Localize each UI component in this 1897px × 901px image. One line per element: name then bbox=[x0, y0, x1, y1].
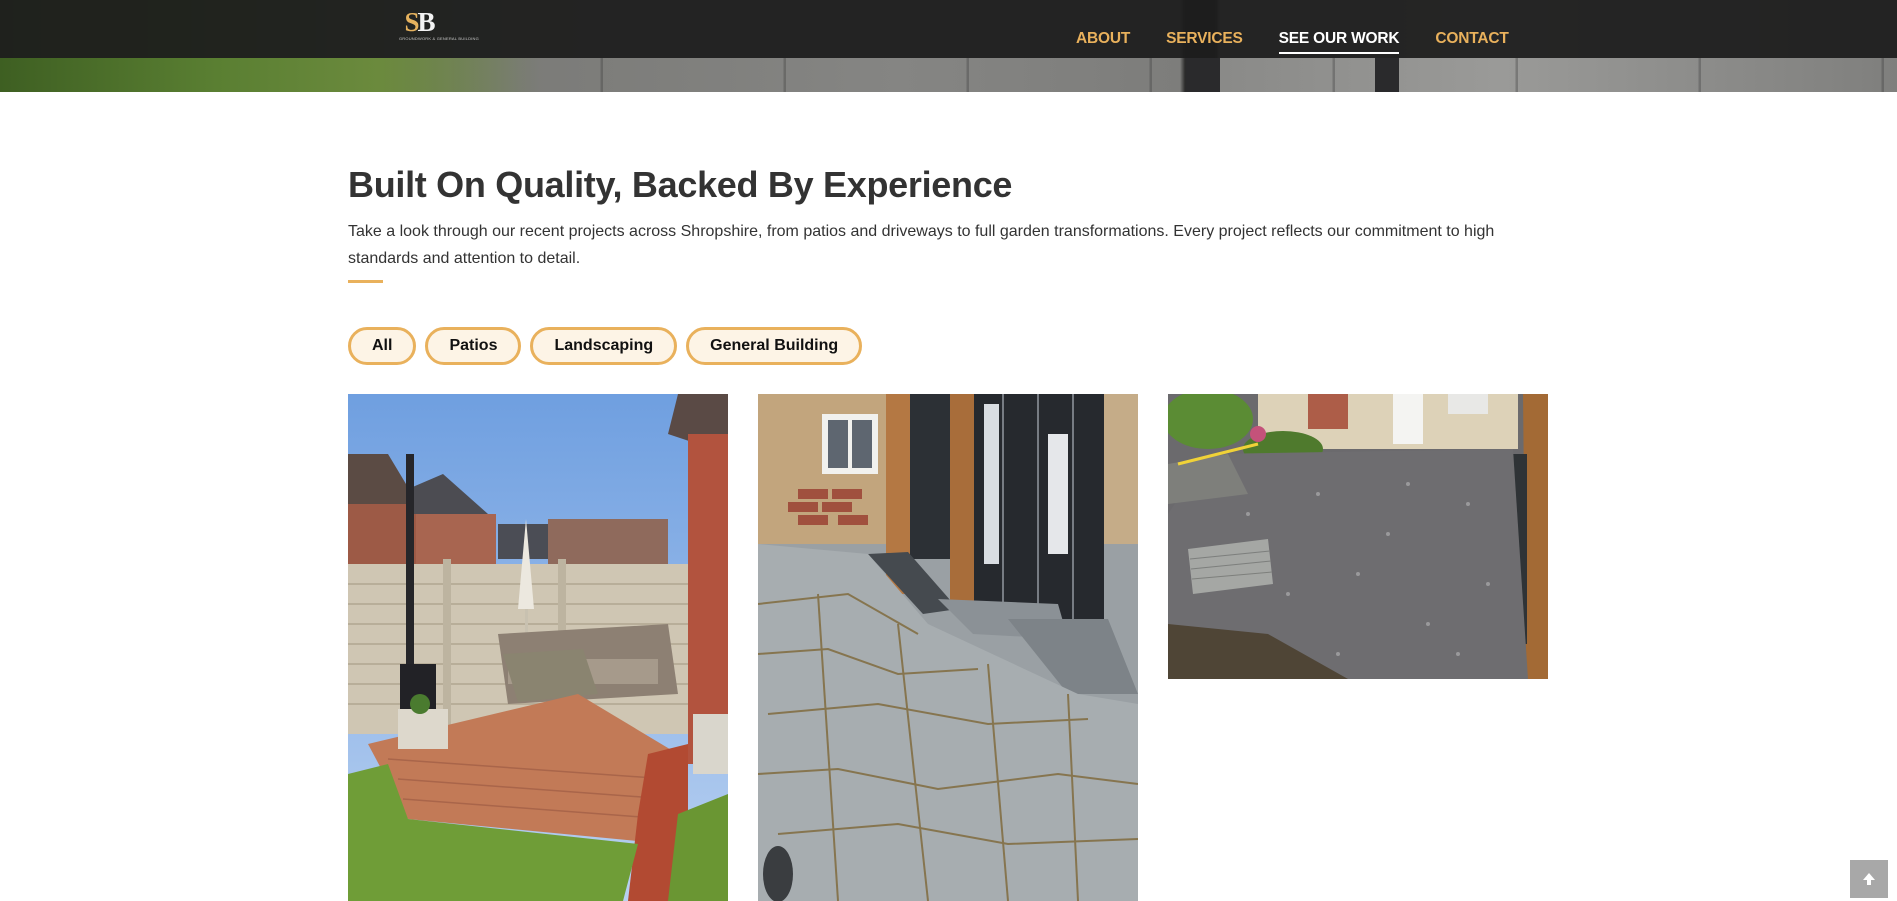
top-navigation: SB GROUNDWORK & GENERAL BUILDING ABOUT S… bbox=[0, 0, 1897, 58]
gravel-base-photo bbox=[1168, 394, 1548, 679]
stone-patio-photo bbox=[758, 394, 1138, 901]
intro-text: Take a look through our recent projects … bbox=[348, 223, 1495, 267]
hero-post bbox=[1375, 58, 1399, 92]
gallery-image-stone-patio[interactable] bbox=[758, 394, 1138, 901]
accent-divider bbox=[348, 280, 383, 283]
logo-tagline: GROUNDWORK & GENERAL BUILDING bbox=[399, 36, 479, 41]
arrow-up-icon bbox=[1863, 873, 1875, 885]
filter-patios-button[interactable]: Patios bbox=[425, 327, 522, 365]
nav-link-contact[interactable]: CONTACT bbox=[1435, 30, 1508, 48]
page-title: Built On Quality, Backed By Experience bbox=[348, 164, 1013, 205]
nav-menu: ABOUT SERVICES SEE OUR WORK CONTACT bbox=[1076, 30, 1545, 54]
site-logo[interactable]: SB GROUNDWORK & GENERAL BUILDING bbox=[399, 7, 479, 48]
filter-all-button[interactable]: All bbox=[348, 327, 417, 365]
filter-bar: All Patios Landscaping General Building bbox=[348, 327, 863, 365]
back-to-top-button[interactable] bbox=[1850, 860, 1888, 898]
gallery-image-garden-decking[interactable] bbox=[348, 394, 728, 901]
nav-link-see-our-work[interactable]: SEE OUR WORK bbox=[1278, 30, 1400, 54]
gallery-image-gravel-base[interactable] bbox=[1168, 394, 1548, 679]
filter-general-building-button[interactable]: General Building bbox=[686, 327, 863, 365]
hero-paving bbox=[420, 58, 1897, 92]
garden-decking-photo bbox=[348, 394, 728, 901]
nav-link-about[interactable]: ABOUT bbox=[1076, 30, 1130, 48]
nav-link-services[interactable]: SERVICES bbox=[1166, 30, 1243, 48]
logo-monogram: SB bbox=[404, 7, 435, 37]
hero-post bbox=[1186, 58, 1220, 92]
filter-landscaping-button[interactable]: Landscaping bbox=[530, 327, 678, 365]
